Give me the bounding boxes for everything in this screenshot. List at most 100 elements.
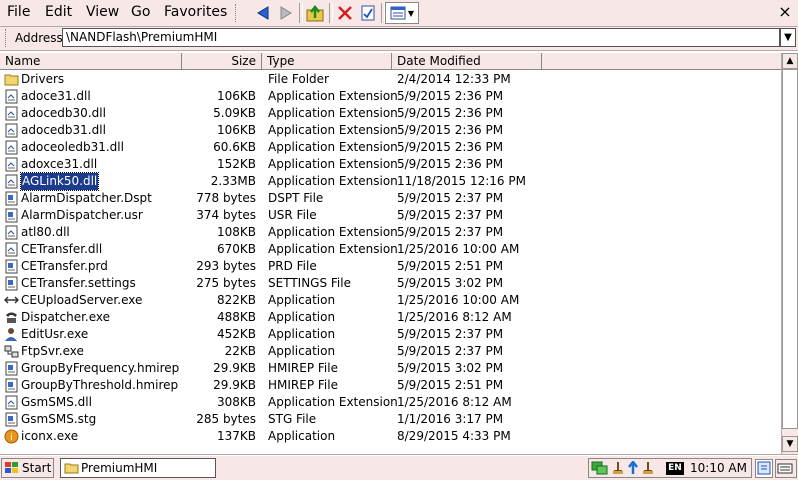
file-row[interactable]: FtpSvr.exe 22KB Application 5/9/2015 2:37 P… [0,343,781,360]
file-row[interactable]: AGLink50.dll 2.33MB Application Extension 1… [0,172,781,191]
menu-view[interactable]: View [86,4,119,20]
file-name[interactable]: AlarmDispatcher.Dspt [21,190,152,207]
usb-device-icon[interactable] [611,461,625,475]
file-name[interactable]: Drivers [21,71,64,88]
address-grip[interactable] [5,29,9,47]
scroll-up-button[interactable]: ▲ [782,53,798,69]
up-folder-button[interactable] [304,2,326,24]
file-name[interactable]: Dispatcher.exe [21,309,110,326]
file-name[interactable]: atl80.dll [21,224,70,241]
file-name[interactable]: GsmSMS.stg [21,411,96,428]
toolbar-grip[interactable] [235,4,239,22]
address-bar: Address \NANDFlash\PremiumHMI ▼ [0,27,798,51]
file-name[interactable]: adocedb30.dll [21,105,106,122]
file-name[interactable]: CEUploadServer.exe [21,292,142,309]
file-name[interactable]: iconx.exe [21,428,78,445]
menu-favorites[interactable]: Favorites [164,4,227,20]
file-type: SETTINGS File [268,276,351,290]
file-row[interactable]: CETransfer.prd 293 bytes PRD File 5/9/2015 … [0,258,781,275]
scroll-down-button[interactable]: ▼ [782,436,798,452]
svg-text:i: i [10,433,13,443]
file-row[interactable]: adoceoledb31.dll 60.6KB Application Extens… [0,139,781,156]
keyboard-button[interactable] [775,459,797,478]
file-name[interactable]: adocedb31.dll [21,122,106,139]
file-name[interactable]: EditUsr.exe [21,326,88,343]
file-name[interactable]: CETransfer.settings [21,275,136,292]
menu-go[interactable]: Go [131,4,150,20]
file-type: HMIREP File [268,361,338,375]
file-type: Application Extension [268,140,398,154]
file-icon [5,208,18,223]
file-size: 106KB [216,123,256,137]
column-header-size[interactable]: Size [182,53,262,70]
scroll-thumb[interactable] [782,69,798,429]
clock[interactable]: 10:10 AM [690,459,747,477]
folder-icon [4,74,19,86]
file-size: 275 bytes [196,276,256,290]
file-row[interactable]: CETransfer.settings 275 bytes SETTINGS Fil… [0,275,781,292]
properties-button[interactable] [357,2,379,24]
chevron-down-icon: ▼ [407,8,415,18]
file-row[interactable]: adoxce31.dll 152KB Application Extension 5/… [0,156,781,173]
close-button[interactable]: × [776,3,794,21]
file-row[interactable]: GsmSMS.dll 308KB Application Extension 1/25… [0,394,781,411]
file-date: 5/9/2015 2:36 PM [397,106,504,120]
taskbar-item-premiumhmi[interactable]: PremiumHMI [60,458,216,478]
chevron-down-icon: ▼ [786,439,794,449]
column-header-type[interactable]: Type [262,53,392,70]
file-row[interactable]: CETransfer.dll 670KB Application Extension… [0,241,781,258]
taskbar-item-label: PremiumHMI [81,461,158,475]
chevron-up-icon: ▲ [786,56,794,66]
delete-button[interactable] [334,2,356,24]
forward-button[interactable] [275,2,297,24]
properties-icon [361,5,375,21]
file-name[interactable]: AlarmDispatcher.usr [21,207,143,224]
file-row[interactable]: GroupByThreshold.hmirep 29.9KB HMIREP File… [0,377,781,394]
address-input[interactable]: \NANDFlash\PremiumHMI [62,28,780,47]
file-row[interactable]: AlarmDispatcher.Dspt 778 bytes DSPT File 5/… [0,190,781,207]
file-name[interactable]: adoce31.dll [21,88,91,105]
dll-icon [5,395,18,410]
column-header-name[interactable]: Name [0,53,182,70]
file-row[interactable]: EditUsr.exe 452KB Application 5/9/2015 2:37… [0,326,781,343]
switch-window-button[interactable] [755,459,773,478]
start-button[interactable]: Start [1,458,54,478]
usb-device-icon[interactable] [641,461,655,475]
file-row[interactable]: Dispatcher.exe 488KB Application 1/25/2016 … [0,309,781,326]
file-name[interactable]: adoceoledb31.dll [21,139,124,156]
dll-icon [5,157,18,172]
network-icon[interactable] [591,461,609,475]
file-name[interactable]: GsmSMS.dll [21,394,92,411]
file-row[interactable]: i iconx.exe 137KB Application 8/29/2015 4:33… [0,428,781,445]
views-button[interactable]: ▼ [385,2,419,24]
file-name[interactable]: CETransfer.dll [21,241,102,258]
file-type: Application Extension [268,89,398,103]
file-name[interactable]: CETransfer.prd [21,258,108,275]
arrow-up-icon[interactable] [627,461,639,475]
file-name[interactable]: GroupByFrequency.hmirep [21,360,179,377]
menu-edit[interactable]: Edit [45,4,72,20]
file-list[interactable]: Drivers File Folder 2/4/2014 12:33 PM adoce… [0,71,781,454]
file-row[interactable]: GsmSMS.stg 285 bytes STG File 1/1/2016 3:17… [0,411,781,428]
file-row[interactable]: CEUploadServer.exe 822KB Application 1/25/2… [0,292,781,309]
menu-file[interactable]: File [7,4,30,20]
file-name[interactable]: AGLink50.dll [19,172,100,191]
file-row[interactable]: adocedb31.dll 106KB Application Extension 5… [0,122,781,139]
file-size: 374 bytes [196,208,256,222]
file-date: 8/29/2015 4:33 PM [397,429,511,443]
file-row[interactable]: AlarmDispatcher.usr 374 bytes USR File 5/9/… [0,207,781,224]
file-name[interactable]: adoxce31.dll [21,156,97,173]
file-size: 5.09KB [213,106,256,120]
file-row[interactable]: adocedb30.dll 5.09KB Application Extension… [0,105,781,122]
language-indicator[interactable]: EN [666,462,684,475]
address-dropdown[interactable]: ▼ [780,28,796,47]
column-header-date[interactable]: Date Modified [392,53,542,70]
file-row[interactable]: adoce31.dll 106KB Application Extension 5/9… [0,88,781,105]
back-button[interactable] [252,2,274,24]
file-row[interactable]: GroupByFrequency.hmirep 29.9KB HMIREP File… [0,360,781,377]
file-row[interactable]: atl80.dll 108KB Application Extension 5/9/2… [0,224,781,241]
vertical-scrollbar[interactable]: ▲ ▼ [781,53,798,454]
file-name[interactable]: GroupByThreshold.hmirep [21,377,178,394]
file-name[interactable]: FtpSvr.exe [21,343,84,360]
file-row[interactable]: Drivers File Folder 2/4/2014 12:33 PM [0,71,781,88]
